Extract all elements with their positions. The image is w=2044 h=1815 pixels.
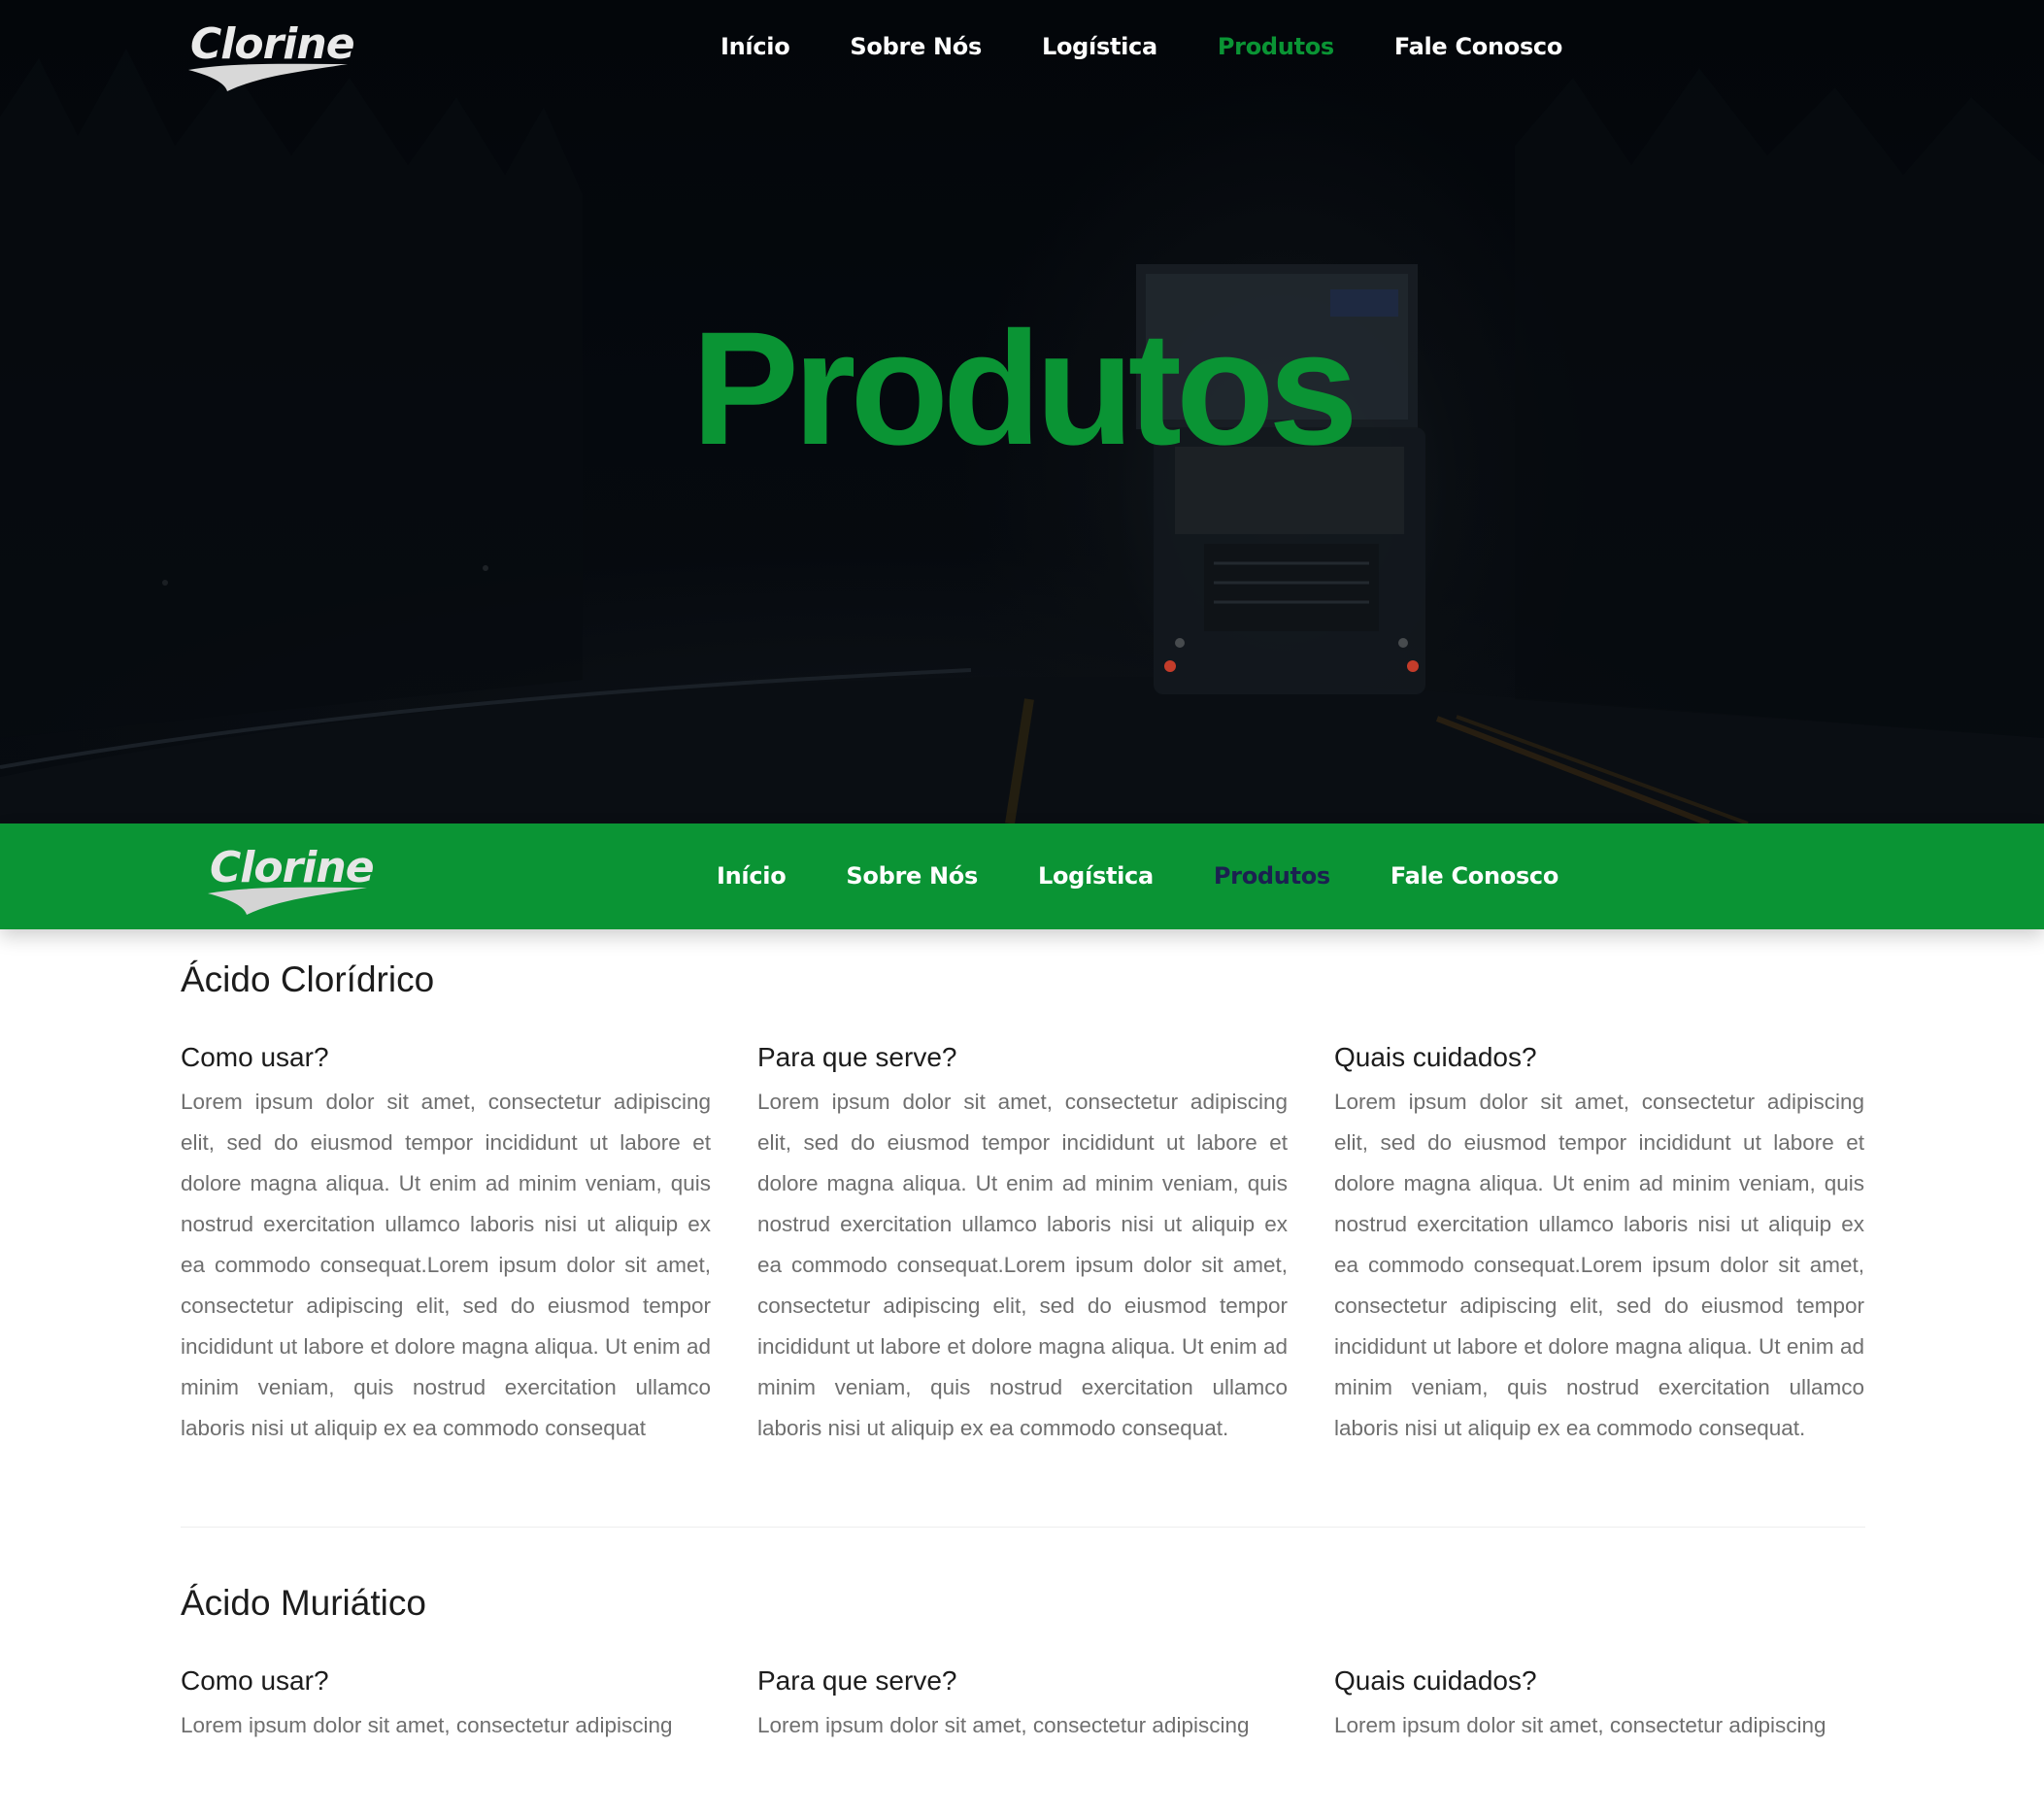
main-nav: Início Sobre Nós Logística Produtos Fale…	[720, 27, 1562, 66]
top-navbar: Clorine Início Sobre Nós Logística Produ…	[0, 0, 2044, 97]
column-heading: Quais cuidados?	[1334, 1042, 1537, 1073]
nav-item-inicio[interactable]: Início	[720, 33, 790, 60]
column-como-usar: Como usar? Lorem ipsum dolor sit amet, c…	[181, 1664, 711, 1745]
clorine-logo-icon: Clorine	[208, 843, 375, 915]
column-text: Lorem ipsum dolor sit amet, consectetur …	[181, 1712, 673, 1737]
svg-text:Clorine: Clorine	[210, 843, 374, 892]
column-heading: Para que serve?	[757, 1665, 957, 1697]
column-text: Lorem ipsum dolor sit amet, consectetur …	[757, 1712, 1250, 1737]
column-heading: Como usar?	[181, 1042, 329, 1073]
page-title: Produtos	[691, 299, 1358, 479]
product-section: Ácido Clorídrico Como usar? Lorem ipsum …	[181, 958, 1865, 1449]
column-text: Lorem ipsum dolor sit amet, consectetur …	[757, 1089, 1288, 1440]
nav-item-produtos[interactable]: Produtos	[1218, 33, 1334, 60]
nav-item-sobre-nos[interactable]: Sobre Nós	[850, 33, 982, 60]
column-como-usar: Como usar? Lorem ipsum dolor sit amet, c…	[181, 1040, 711, 1448]
nav-item-produtos[interactable]: Produtos	[1214, 862, 1330, 890]
svg-text:Clorine: Clorine	[190, 19, 354, 69]
nav-item-sobre-nos[interactable]: Sobre Nós	[846, 862, 978, 890]
column-heading: Como usar?	[181, 1665, 329, 1697]
column-text: Lorem ipsum dolor sit amet, consectetur …	[1334, 1712, 1826, 1737]
column-quais-cuidados: Quais cuidados? Lorem ipsum dolor sit am…	[1334, 1040, 1864, 1448]
products-content: Ácido Clorídrico Como usar? Lorem ipsum …	[181, 929, 1865, 1746]
nav-item-logistica[interactable]: Logística	[1042, 33, 1157, 60]
sticky-nav: Início Sobre Nós Logística Produtos Fale…	[717, 857, 1558, 895]
clorine-logo-icon: Clorine	[188, 19, 355, 91]
nav-item-fale-conosco[interactable]: Fale Conosco	[1394, 33, 1562, 60]
sticky-navbar: Clorine Início Sobre Nós Logística Produ…	[0, 823, 2044, 929]
product-title: Ácido Muriático	[181, 1582, 426, 1623]
column-text: Lorem ipsum dolor sit amet, consectetur …	[1334, 1089, 1864, 1440]
nav-item-fale-conosco[interactable]: Fale Conosco	[1391, 862, 1558, 890]
product-columns: Como usar? Lorem ipsum dolor sit amet, c…	[181, 1040, 1865, 1448]
hero-banner: Clorine Início Sobre Nós Logística Produ…	[0, 0, 2044, 823]
section-divider	[181, 1526, 1865, 1528]
clorine-logo[interactable]: Clorine	[183, 14, 357, 91]
column-para-que-serve: Para que serve? Lorem ipsum dolor sit am…	[757, 1664, 1288, 1745]
column-text: Lorem ipsum dolor sit amet, consectetur …	[181, 1089, 711, 1440]
product-section: Ácido Muriático Como usar? Lorem ipsum d…	[181, 1582, 1865, 1746]
nav-item-inicio[interactable]: Início	[717, 862, 787, 890]
clorine-logo-sticky[interactable]: Clorine	[202, 837, 377, 915]
nav-item-logistica[interactable]: Logística	[1038, 862, 1154, 890]
column-heading: Quais cuidados?	[1334, 1665, 1537, 1697]
column-quais-cuidados: Quais cuidados? Lorem ipsum dolor sit am…	[1334, 1664, 1864, 1745]
column-heading: Para que serve?	[757, 1042, 957, 1073]
product-title: Ácido Clorídrico	[181, 959, 435, 999]
product-columns: Como usar? Lorem ipsum dolor sit amet, c…	[181, 1664, 1865, 1745]
column-para-que-serve: Para que serve? Lorem ipsum dolor sit am…	[757, 1040, 1288, 1448]
